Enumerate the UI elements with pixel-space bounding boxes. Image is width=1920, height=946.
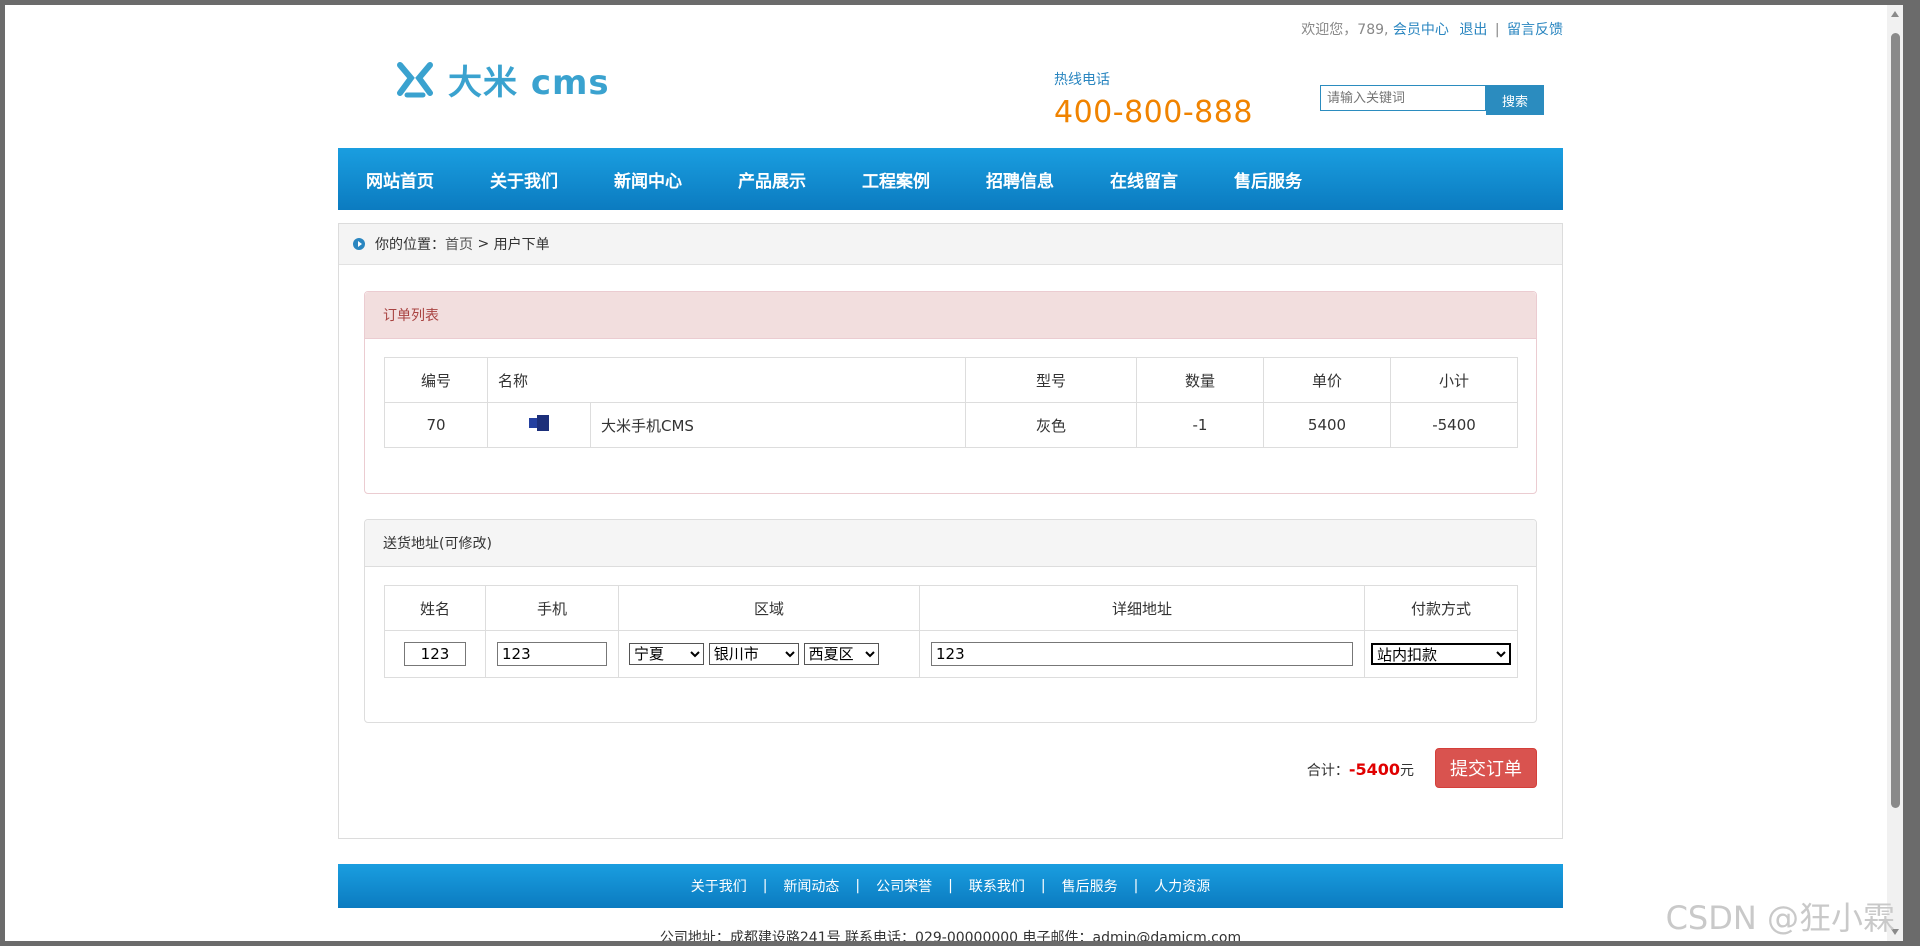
logo-text: 大米 cms	[448, 63, 610, 103]
search-input[interactable]	[1320, 85, 1486, 111]
footer-info: 公司地址：成都建设路241号 联系电话：029-00000000 电子邮件：ad…	[659, 930, 1242, 941]
detail-address-field[interactable]	[931, 642, 1353, 666]
product-name: 大米手机CMS	[590, 402, 966, 448]
footer-divider: |	[762, 878, 768, 894]
nav-item-message[interactable]: 在线留言	[1110, 167, 1178, 192]
footer-link-honor[interactable]: 公司荣誉	[876, 876, 932, 896]
nav-item-cases[interactable]: 工程案例	[862, 167, 930, 192]
breadcrumb: 你的位置： 首页 > 用户下单	[339, 224, 1562, 265]
breadcrumb-home-link[interactable]: 首页	[445, 234, 473, 254]
order-panel: 订单列表 编号 名称 型号 数量 单价 小计 70 大米手机CMS 灰色 -1 …	[364, 291, 1537, 494]
topbar-separator: |	[1494, 22, 1500, 38]
breadcrumb-current: 用户下单	[493, 237, 550, 253]
address-panel-title: 送货地址(可修改)	[365, 520, 1536, 567]
address-row: 宁夏 银川市 西夏区	[384, 630, 1518, 678]
hotline-label: 热线电话	[1054, 72, 1110, 88]
product-subtotal: -5400	[1390, 402, 1518, 448]
breadcrumb-prefix: 你的位置：	[375, 237, 445, 253]
col-header-name: 名称	[487, 357, 966, 403]
member-center-link[interactable]: 会员中心	[1393, 22, 1449, 38]
site-logo[interactable]: 大米 cms	[394, 55, 610, 104]
breadcrumb-separator: >	[473, 236, 494, 252]
table-row: 70 大米手机CMS 灰色 -1 5400 -5400	[384, 402, 1518, 448]
footer-divider: |	[1040, 878, 1046, 894]
region-cell: 宁夏 银川市 西夏区	[618, 630, 920, 678]
nav-item-about[interactable]: 关于我们	[490, 167, 558, 192]
total-amount: -5400	[1348, 760, 1400, 779]
hotline-phone: 400-800-888	[1054, 95, 1253, 130]
footer-link-news[interactable]: 新闻动态	[783, 876, 839, 896]
footer-divider: |	[948, 878, 953, 894]
col-header-id: 编号	[384, 357, 488, 403]
product-qty: -1	[1136, 402, 1264, 448]
col-header-subtotal: 小计	[1390, 357, 1518, 403]
col-header-address: 详细地址	[919, 585, 1365, 631]
col-header-price: 单价	[1263, 357, 1391, 403]
product-model: 灰色	[965, 402, 1137, 448]
address-panel: 送货地址(可修改) 姓名 手机 区域 详细地址 付款方式 123 123 宁夏 …	[364, 519, 1537, 723]
hotline: 热线电话 400-800-888	[1054, 69, 1253, 130]
product-image-icon	[529, 414, 549, 432]
nav-item-home[interactable]: 网站首页	[366, 167, 434, 192]
total-label: 合计：	[1306, 763, 1349, 779]
col-header-recipient: 姓名	[384, 585, 486, 631]
main-nav: 网站首页 关于我们 新闻中心 产品展示 工程案例 招聘信息 在线留言 售后服务	[338, 148, 1563, 210]
order-total: 合计：-5400元	[1307, 760, 1414, 780]
footer-link-hr[interactable]: 人力资源	[1154, 876, 1210, 896]
submit-order-button[interactable]: 提交订单	[1435, 748, 1537, 788]
total-unit: 元	[1400, 763, 1414, 779]
mobile-cell	[485, 630, 619, 678]
payment-select[interactable]: 站内扣款	[1371, 643, 1511, 665]
address-table-header: 姓名 手机 区域 详细地址 付款方式	[384, 585, 1518, 631]
order-table-header: 编号 名称 型号 数量 单价 小计	[384, 357, 1518, 403]
col-header-mobile: 手机	[485, 585, 619, 631]
footer-link-service[interactable]: 售后服务	[1062, 876, 1118, 896]
footer-divider: |	[1133, 878, 1139, 894]
col-header-payment: 付款方式	[1364, 585, 1518, 631]
district-select[interactable]: 西夏区	[803, 643, 879, 665]
scroll-up-icon[interactable]	[1891, 11, 1899, 17]
scroll-thumb[interactable]	[1891, 33, 1900, 808]
feedback-link[interactable]: 留言反馈	[1507, 22, 1563, 38]
col-header-qty: 数量	[1136, 357, 1264, 403]
welcome-text: 欢迎您，789,	[1301, 22, 1389, 38]
nav-item-jobs[interactable]: 招聘信息	[986, 167, 1054, 192]
payment-cell: 站内扣款	[1364, 630, 1518, 678]
recipient-cell	[384, 630, 486, 678]
footer-link-contact[interactable]: 联系我们	[969, 876, 1025, 896]
province-select[interactable]: 宁夏	[629, 643, 704, 665]
search-button[interactable]: 搜索	[1486, 85, 1544, 115]
order-panel-title: 订单列表	[365, 292, 1536, 339]
damicms-logo-icon	[397, 61, 433, 97]
vertical-scrollbar[interactable]	[1887, 5, 1903, 941]
nav-item-news[interactable]: 新闻中心	[614, 167, 682, 192]
footer-link-about[interactable]: 关于我们	[691, 876, 747, 896]
content-box: 你的位置： 首页 > 用户下单 订单列表 编号 名称 型号 数量 单价 小计 7…	[338, 223, 1563, 839]
address-table: 姓名 手机 区域 详细地址 付款方式 123 123 宁夏 银川市 西夏区 12…	[384, 585, 1518, 678]
search-bar: 搜索	[1320, 85, 1544, 115]
browser-viewport: 欢迎您，789, 会员中心 退出 | 留言反馈 大米 cms 热线电话 400-…	[5, 5, 1903, 941]
mobile-field[interactable]	[497, 642, 607, 666]
product-price: 5400	[1263, 402, 1391, 448]
nav-item-service[interactable]: 售后服务	[1234, 167, 1302, 192]
csdn-watermark: CSDN @狂小霖	[1665, 899, 1895, 937]
nav-item-products[interactable]: 产品展示	[738, 167, 806, 192]
breadcrumb-arrow-icon	[353, 238, 365, 250]
logout-link[interactable]: 退出	[1459, 22, 1487, 38]
order-table: 编号 名称 型号 数量 单价 小计 70 大米手机CMS 灰色 -1 5400	[384, 357, 1518, 448]
product-thumbnail[interactable]	[487, 402, 591, 448]
footer-nav: 关于我们 | 新闻动态 | 公司荣誉 | 联系我们 | 售后服务 | 人力资源	[338, 864, 1563, 908]
city-select[interactable]: 银川市	[708, 643, 799, 665]
order-id: 70	[384, 402, 488, 448]
col-header-region: 区域	[618, 585, 920, 631]
recipient-name-field[interactable]	[404, 642, 466, 666]
address-cell	[919, 630, 1365, 678]
top-user-bar: 欢迎您，789, 会员中心 退出 | 留言反馈	[1301, 19, 1563, 39]
col-header-model: 型号	[965, 357, 1137, 403]
footer-divider: |	[855, 878, 861, 894]
